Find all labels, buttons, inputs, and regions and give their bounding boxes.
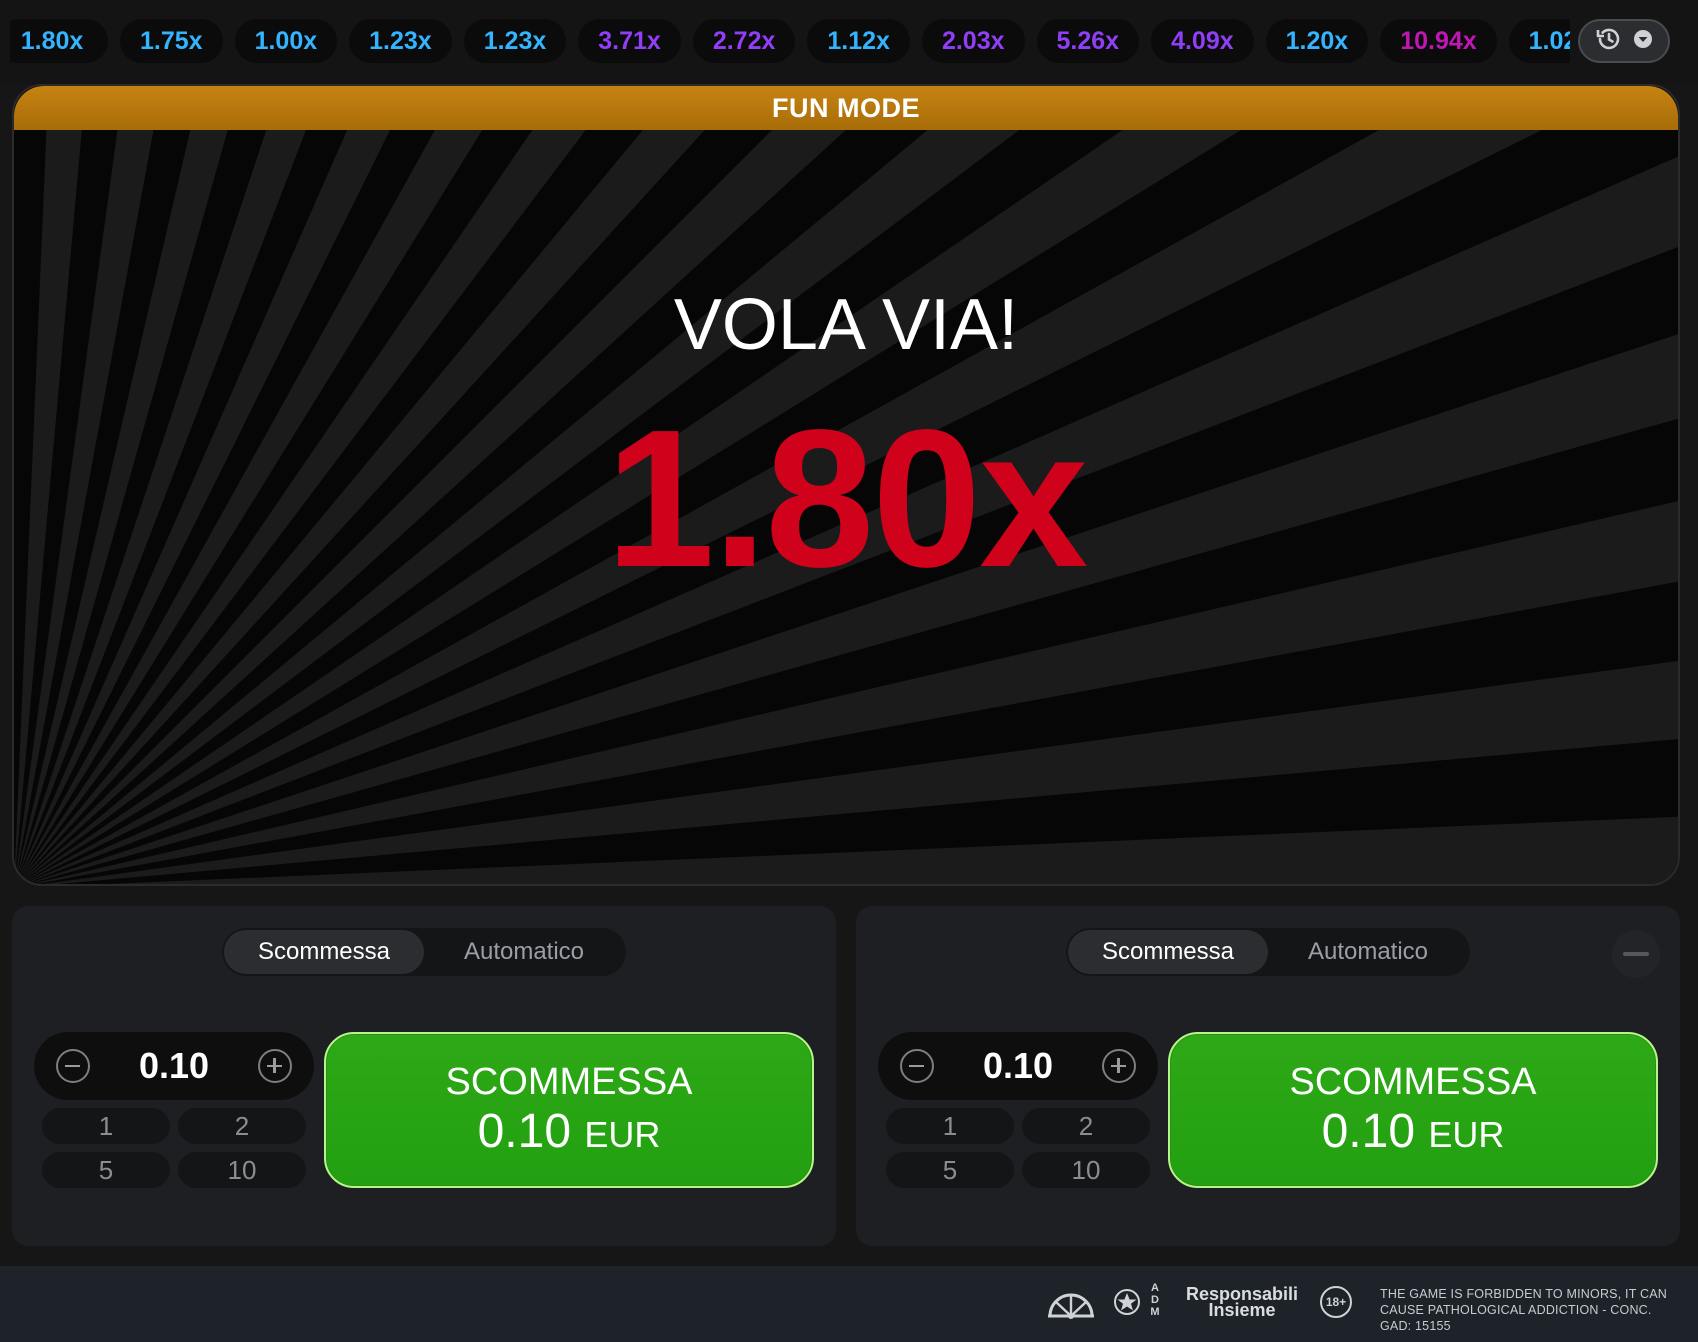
bet-button-amount: 0.10 EUR [1322,1105,1505,1162]
history-pill[interactable]: 1.12x [807,19,910,63]
decrease-amount-button[interactable] [900,1049,934,1083]
history-track: 1.80x 1.75x 1.00x 1.23x 1.23x 3.71x 2.72x 1.12x… [10,19,1570,65]
regulatory-footer: ADM Responsabili Insieme 18+ THE GAME IS… [0,1266,1698,1342]
quick-amount-button[interactable]: 1 [886,1108,1014,1144]
age-badge-text: 18+ [1325,1295,1347,1309]
history-value: 1.80x [20,26,84,55]
adm-wheel-logo [1046,1282,1096,1327]
quick-amount-button[interactable]: 10 [178,1152,306,1188]
dropdown-caret-icon [1633,29,1653,54]
history-value: 1.23x [369,26,432,55]
history-value: 4.09x [1171,26,1234,55]
italian-emblem-logo [1112,1282,1142,1327]
history-value: 3.71x [598,26,661,55]
quick-amount-button[interactable]: 1 [42,1108,170,1144]
history-pill[interactable]: 10.94x [1380,19,1497,63]
fun-mode-label: FUN MODE [772,92,920,123]
decrease-amount-button[interactable] [56,1049,90,1083]
bet-button-label: SCOMMESSA [445,1060,693,1103]
bet-panel-1: Scommessa Automatico 0.10 1 2 5 10 SCOMM… [12,906,836,1246]
history-value: 10.94x [1400,26,1477,55]
history-value: 1.02x [1528,26,1570,55]
bet-amount-value[interactable]: 0.10 [139,1045,209,1087]
history-toggle-button[interactable] [1578,19,1670,63]
bet-button-value: 0.10 [1321,1104,1416,1158]
responsabili-line2: Insieme [1208,1300,1276,1320]
quick-amount-button[interactable]: 2 [1022,1108,1150,1144]
history-pill[interactable]: 1.00x [234,19,338,63]
history-value: 1.75x [140,26,203,55]
tab-bet[interactable]: Scommessa [1068,930,1268,974]
bet-mode-tabs: Scommessa Automatico [222,928,626,976]
history-pill[interactable]: 1.23x [349,19,452,63]
quick-amount-button[interactable]: 5 [886,1152,1014,1188]
responsabili-insieme-logo: Responsabili Insieme [1186,1285,1298,1320]
increase-amount-button[interactable] [257,1049,292,1083]
bet-button-currency: EUR [1428,1113,1505,1155]
history-pill[interactable]: 1.02x [1508,19,1570,63]
history-pill[interactable]: 4.09x [1151,19,1254,63]
amount-stepper: 0.10 [878,1032,1158,1100]
history-pill[interactable]: 2.72x [692,19,796,63]
tab-auto[interactable]: Automatico [424,930,624,974]
bet-button-label: SCOMMESSA [1289,1060,1537,1103]
history-value: 1.20x [1285,26,1349,55]
history-pill[interactable]: 1.23x [463,19,567,63]
history-pill[interactable]: 2.03x [921,19,1025,63]
history-value: 1.12x [827,26,890,55]
legal-disclaimer: THE GAME IS FORBIDDEN TO MINORS, IT CAN … [1380,1287,1667,1333]
age-restriction-badge: 18+ [1320,1286,1352,1318]
history-clock-icon [1595,25,1623,58]
amount-stepper: 0.10 [34,1032,314,1100]
history-pill[interactable]: 1.80x [10,19,108,63]
bet-button-value: 0.10 [477,1104,572,1158]
history-value: 1.23x [483,26,547,55]
quick-amount-button[interactable]: 10 [1022,1152,1150,1188]
history-pill[interactable]: 3.71x [578,19,681,63]
increase-amount-button[interactable] [1101,1049,1136,1083]
multiplier-history-bar: 1.80x 1.75x 1.00x 1.23x 1.23x 3.71x 2.72x 1.12x… [0,0,1698,84]
bet-mode-tabs: Scommessa Automatico [1066,928,1470,976]
history-pill[interactable]: 5.26x [1036,19,1140,63]
quick-amount-button[interactable]: 2 [178,1108,306,1144]
fun-mode-banner: FUN MODE [14,86,1678,130]
tab-auto[interactable]: Automatico [1268,930,1468,974]
history-value: 2.72x [712,26,776,55]
adm-vertical-text: ADM [1148,1282,1162,1318]
tab-bet[interactable]: Scommessa [224,930,424,974]
history-value: 1.00x [254,26,318,55]
place-bet-button[interactable]: SCOMMESSA 0.10 EUR [1168,1032,1658,1188]
history-pill[interactable]: 1.20x [1265,19,1369,63]
game-canvas: FUN MODE VOLA VIA! 1.80x [12,84,1680,886]
crash-multiplier: 1.80x [605,389,1088,608]
bet-button-currency: EUR [584,1113,661,1155]
bet-panel-2: Scommessa Automatico 0.10 1 2 5 10 SCOMM… [856,906,1680,1246]
history-value: 5.26x [1056,26,1120,55]
remove-panel-button[interactable] [1612,930,1660,978]
history-pill[interactable]: 1.75x [120,19,223,63]
history-value: 2.03x [941,26,1005,55]
flew-away-text: VOLA VIA! [673,285,1019,365]
bet-button-amount: 0.10 EUR [478,1105,661,1162]
bet-amount-value[interactable]: 0.10 [983,1045,1053,1087]
place-bet-button[interactable]: SCOMMESSA 0.10 EUR [324,1032,814,1188]
adm-logo-text: ADM [1149,1282,1161,1318]
minus-icon [1623,952,1649,956]
quick-amount-button[interactable]: 5 [42,1152,170,1188]
